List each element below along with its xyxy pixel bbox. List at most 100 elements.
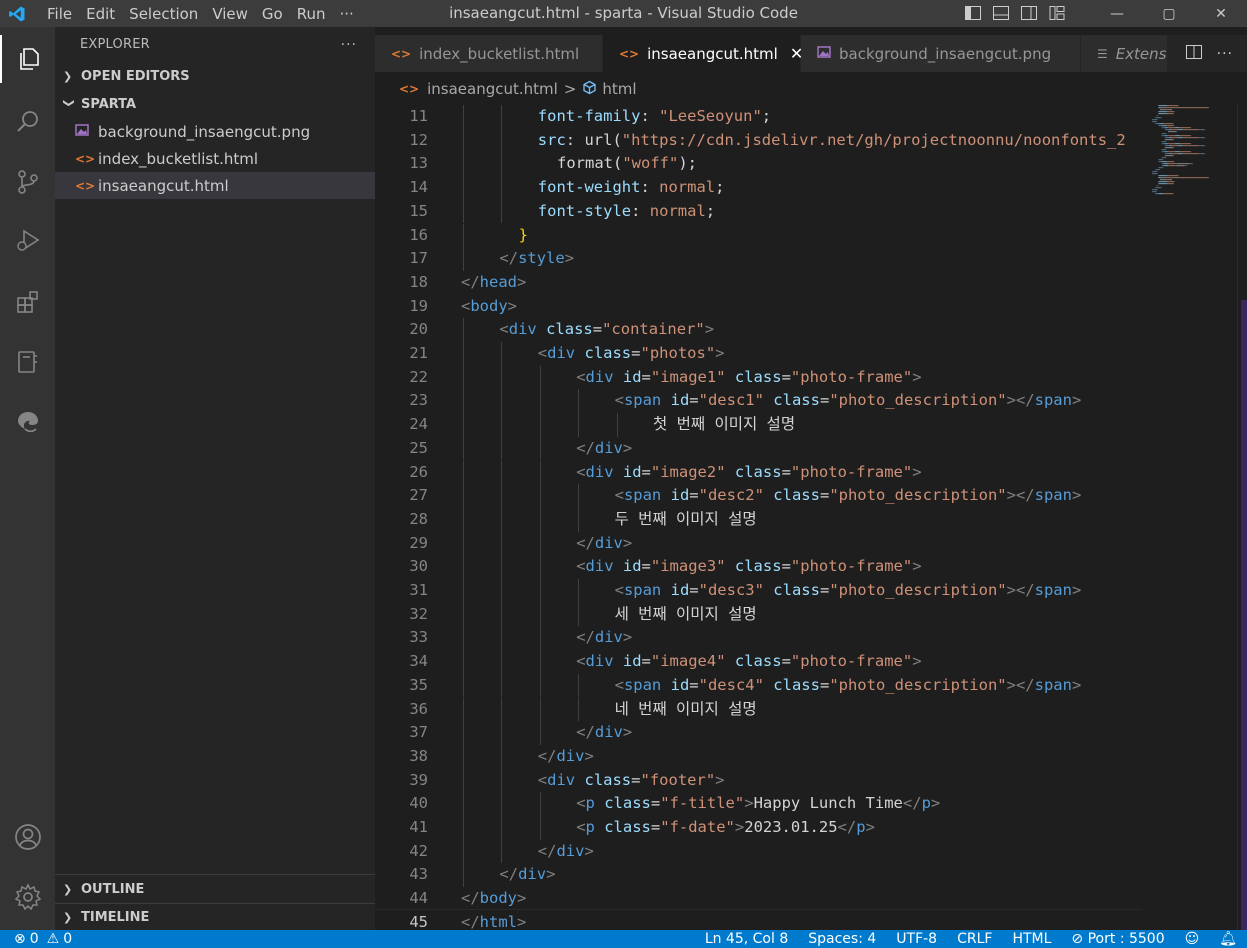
code-editor[interactable]: 11 font-family: "LeeSeoyun"; 12 src: url("h… xyxy=(375,103,1142,930)
account-icon[interactable] xyxy=(0,813,55,861)
explorer-icon[interactable] xyxy=(0,35,55,83)
code-line[interactable]: 16} xyxy=(375,223,1142,248)
code-line[interactable]: 27 <span id="desc2" class="photo_descript… xyxy=(375,484,1142,508)
code-line[interactable]: 15 font-style: normal; xyxy=(375,199,1142,224)
code-line[interactable]: 43 </div> xyxy=(375,863,1142,888)
code-line[interactable]: 18 </head> xyxy=(375,271,1142,295)
code-line[interactable]: 11 font-family: "LeeSeoyun"; xyxy=(375,105,1142,129)
feedback-icon[interactable]: ☺ xyxy=(1185,931,1200,947)
minimap[interactable] xyxy=(1142,103,1247,930)
code-line[interactable]: 39 <div class="footer"> xyxy=(375,768,1142,793)
customize-layout-icon[interactable] xyxy=(1048,4,1066,22)
notifications-bell-icon[interactable]: 🔔︎ xyxy=(1219,931,1237,947)
code-line[interactable]: 28 두 번째 이미지 설명 xyxy=(375,507,1142,532)
menu-view[interactable]: View xyxy=(205,5,255,23)
code-line[interactable]: 30 <div id="image3" class="photo-frame"> xyxy=(375,555,1142,579)
encoding[interactable]: UTF-8 xyxy=(896,931,937,947)
menu-selection[interactable]: Selection xyxy=(122,5,205,23)
minimap-line xyxy=(1168,105,1178,107)
code-line[interactable]: 40 <p class="f-title">Happy Lunch Time</p… xyxy=(375,792,1142,816)
folder-section[interactable]: ❯ SPARTA xyxy=(55,90,375,118)
extensions-icon[interactable] xyxy=(0,278,55,326)
code-line[interactable]: 22 <div id="image1" class="photo-frame"> xyxy=(375,365,1142,390)
toggle-primary-sidebar-icon[interactable] xyxy=(964,4,982,22)
remote-explorer-icon[interactable] xyxy=(0,338,55,386)
maximize-icon[interactable]: ▢ xyxy=(1143,0,1195,27)
close-window-icon[interactable]: ✕ xyxy=(1195,0,1247,27)
more-actions-icon[interactable]: ··· xyxy=(1217,46,1233,62)
code-line[interactable]: 31 <span id="desc3" class="photo_descript… xyxy=(375,579,1142,603)
code-line[interactable]: 13 format("woff"); xyxy=(375,152,1142,177)
code-line[interactable]: 32 세 번째 이미지 설명 xyxy=(375,602,1142,627)
source-control-icon[interactable] xyxy=(0,158,55,206)
code-token: </ xyxy=(499,865,519,884)
file-item-insaeangcut[interactable]: <> insaeangcut.html xyxy=(55,172,375,199)
menu-more[interactable]: ··· xyxy=(333,5,361,23)
breadcrumb-symbol[interactable]: html xyxy=(602,80,636,98)
run-debug-icon[interactable] xyxy=(0,216,55,264)
code-text: </head> xyxy=(461,271,526,295)
code-line[interactable]: 19 <body> xyxy=(375,295,1142,319)
problems-indicator[interactable]: ⊗ 0 ⚠ 0 xyxy=(0,931,72,947)
toggle-panel-icon[interactable] xyxy=(992,4,1010,22)
explorer-more-button[interactable]: ··· xyxy=(341,37,357,53)
indentation[interactable]: Spaces: 4 xyxy=(808,931,876,947)
file-item-index-bucketlist[interactable]: <> index_bucketlist.html xyxy=(55,145,375,172)
tab-index-bucketlist[interactable]: <> index_bucketlist.html xyxy=(375,35,603,72)
timeline-section[interactable]: ❯ TIMELINE xyxy=(55,903,375,931)
line-number: 14 xyxy=(409,178,428,197)
end-of-line[interactable]: CRLF xyxy=(957,931,992,947)
breadcrumb-file[interactable]: insaeangcut.html xyxy=(427,80,558,98)
manage-gear-icon[interactable] xyxy=(0,873,55,921)
live-server-port[interactable]: ⊘ Port : 5500 xyxy=(1071,931,1164,947)
split-editor-icon[interactable] xyxy=(1185,43,1203,65)
minimap-line xyxy=(1168,111,1174,113)
breadcrumb: <> insaeangcut.html > html xyxy=(375,77,1247,101)
code-line[interactable]: 14 font-weight: normal; xyxy=(375,176,1142,200)
outline-section[interactable]: ❯ OUTLINE xyxy=(55,875,375,903)
code-text: <div class="container"> xyxy=(499,318,714,342)
code-line[interactable]: 17 </style> xyxy=(375,247,1142,271)
search-icon[interactable] xyxy=(0,98,55,146)
code-line[interactable]: 41 <p class="f-date">2023.01.25</p> xyxy=(375,816,1142,840)
menu-edit[interactable]: Edit xyxy=(79,5,122,23)
code-line[interactable]: 38 </div> xyxy=(375,744,1142,769)
tab-insaeangcut[interactable]: <> insaeangcut.html ✕ xyxy=(603,35,803,72)
code-line[interactable]: 26 <div id="image2" class="photo-frame"> xyxy=(375,460,1142,485)
file-item-background-png[interactable]: background_insaengcut.png xyxy=(55,118,375,145)
language-mode[interactable]: HTML xyxy=(1012,931,1051,947)
toggle-secondary-sidebar-icon[interactable] xyxy=(1020,4,1038,22)
tab-background-png[interactable]: background_insaengcut.png xyxy=(801,35,1081,72)
minimap-line xyxy=(1191,163,1192,165)
menu-file[interactable]: File xyxy=(34,5,79,23)
code-token: div xyxy=(585,367,614,386)
minimap-line xyxy=(1164,137,1166,139)
line-number: 42 xyxy=(409,841,428,860)
code-line[interactable]: 44 </body> xyxy=(375,887,1142,911)
code-line[interactable]: 25 </div> xyxy=(375,436,1142,461)
tab-extensions[interactable]: ☰ Extens xyxy=(1081,35,1181,72)
code-line[interactable]: 37 </div> xyxy=(375,721,1142,745)
code-line[interactable]: 36 네 번째 이미지 설명 xyxy=(375,697,1142,722)
indent-guide xyxy=(578,602,580,627)
open-editors-section[interactable]: ❯ OPEN EDITORS xyxy=(55,62,375,90)
cursor-position[interactable]: Ln 45, Col 8 xyxy=(705,931,788,947)
code-line[interactable]: 21 <div class="photos"> xyxy=(375,342,1142,366)
code-line[interactable]: 42 </div> xyxy=(375,839,1142,864)
minimize-icon[interactable]: — xyxy=(1091,0,1143,27)
code-line[interactable]: 34 <div id="image4" class="photo-frame"> xyxy=(375,650,1142,674)
code-line[interactable]: 20 <div class="container"> xyxy=(375,318,1142,342)
code-line[interactable]: 29 </div> xyxy=(375,531,1142,556)
code-line[interactable]: 35 <span id="desc4" class="photo_descript… xyxy=(375,673,1142,698)
edge-devtools-icon[interactable] xyxy=(0,398,55,446)
code-token: class xyxy=(773,581,820,599)
code-line[interactable]: 23 <span id="desc1" class="photo_descript… xyxy=(375,389,1142,414)
code-line[interactable]: 24 첫 번째 이미지 설명 xyxy=(375,413,1142,437)
menu-run[interactable]: Run xyxy=(290,5,333,23)
code-line[interactable]: 12 src: url("https://cdn.jsdelivr.net/gh/… xyxy=(375,128,1142,153)
code-line[interactable]: 45 </html> xyxy=(375,911,1142,930)
menu-go[interactable]: Go xyxy=(255,5,290,23)
code-line[interactable]: 33 </div> xyxy=(375,626,1142,651)
code-token: head xyxy=(479,272,517,291)
